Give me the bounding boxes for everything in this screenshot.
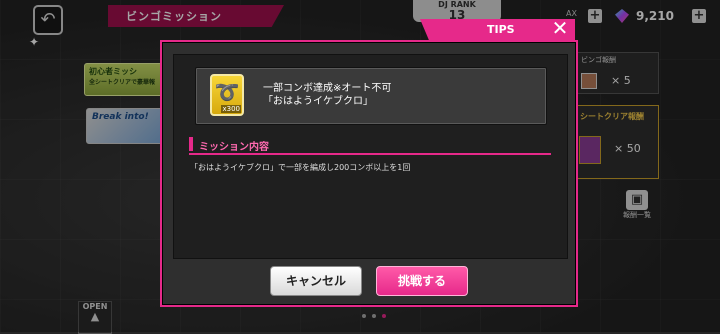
section-accent-bar: [189, 137, 193, 151]
mission-title-line1: 一部コンボ達成※オート不可: [263, 83, 392, 94]
section-heading: ミッション内容: [189, 137, 551, 155]
section-heading-text: ミッション内容: [199, 142, 269, 153]
section-divider: [189, 153, 551, 155]
mission-title: 一部コンボ達成※オート不可 「おはようイケブクロ」: [263, 82, 391, 108]
tips-label: TIPS: [487, 23, 515, 36]
item-quantity: x300: [221, 105, 241, 113]
cancel-button[interactable]: キャンセル: [270, 266, 362, 296]
mission-description: 「おはようイケブクロ」で一部を編成し200コンボ以上を1回: [190, 163, 411, 172]
mission-modal: ➰ x300 一部コンボ達成※オート不可 「おはようイケブクロ」 ミッション内容…: [160, 40, 578, 307]
challenge-button[interactable]: 挑戦する: [376, 266, 468, 296]
bracelet-item-icon: ➰ x300: [210, 74, 244, 116]
bracelet-glyph: ➰: [214, 80, 240, 104]
close-icon[interactable]: ✕: [549, 17, 571, 39]
mission-card: ➰ x300 一部コンボ達成※オート不可 「おはようイケブクロ」: [195, 67, 547, 125]
mission-title-line2: 「おはようイケブクロ」: [263, 96, 373, 107]
modal-content: ➰ x300 一部コンボ達成※オート不可 「おはようイケブクロ」 ミッション内容…: [173, 54, 568, 259]
